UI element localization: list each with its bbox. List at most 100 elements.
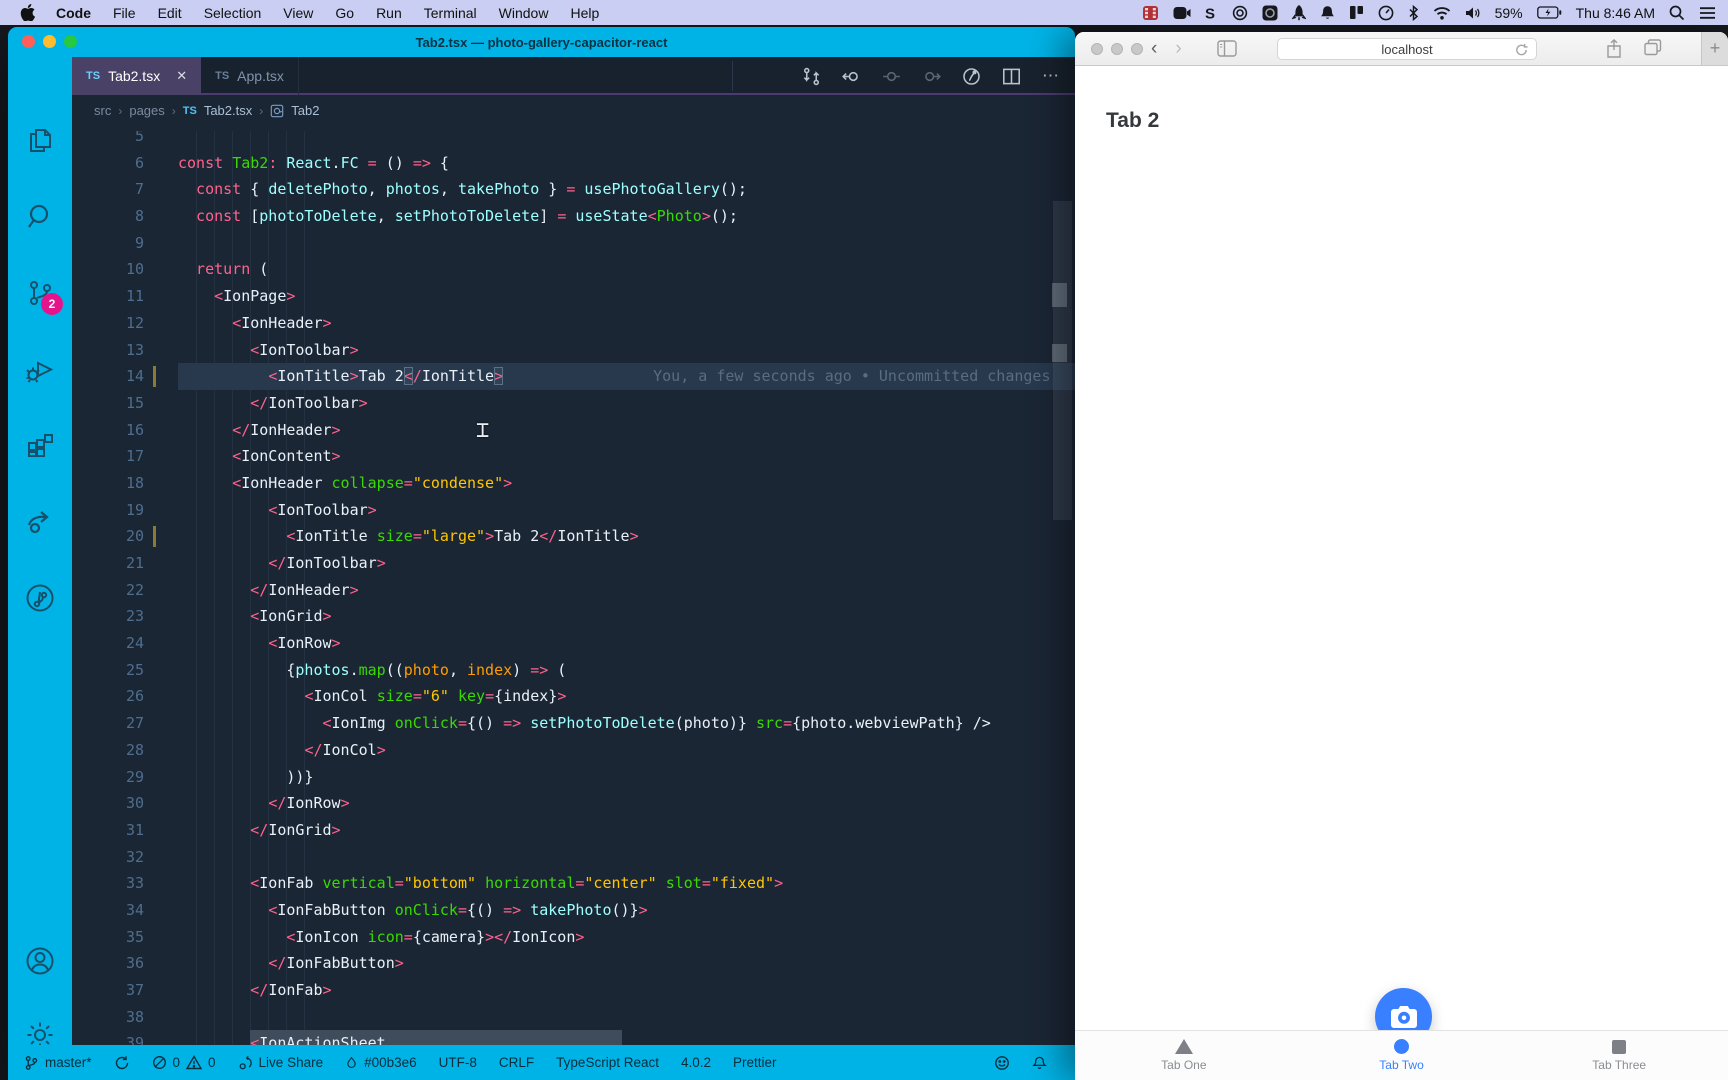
close-window-button[interactable] — [1091, 43, 1103, 55]
code-line-23[interactable]: 23 <IonGrid> — [72, 603, 1075, 630]
address-bar[interactable]: localhost — [1277, 38, 1537, 60]
code-line-19[interactable]: 19 <IonToolbar> — [72, 497, 1075, 524]
code-line-16[interactable]: 16 </IonHeader> — [72, 417, 1075, 444]
breadcrumb[interactable]: src › pages › TS Tab2.tsx › Tab2 — [72, 97, 1075, 124]
sidebar-toggle-icon[interactable] — [1217, 40, 1237, 57]
code-line-38[interactable]: 38 — [72, 1004, 1075, 1031]
stripe-icon[interactable]: S — [1205, 5, 1218, 21]
language-mode-status[interactable]: TypeScript React — [556, 1055, 659, 1070]
menu-view[interactable]: View — [272, 5, 324, 21]
activity-search-icon[interactable] — [8, 201, 72, 233]
activity-extensions-icon[interactable] — [8, 429, 72, 461]
control-center-icon[interactable] — [1699, 6, 1716, 20]
menu-edit[interactable]: Edit — [147, 5, 193, 21]
code-line-18[interactable]: 18 <IonHeader collapse="condense"> — [72, 470, 1075, 497]
code-line-25[interactable]: 25 {photos.map((photo, index) => ( — [72, 657, 1075, 684]
code-line-12[interactable]: 12 <IonHeader> — [72, 310, 1075, 337]
rocket-icon[interactable] — [1291, 4, 1306, 21]
share-icon[interactable] — [1606, 39, 1622, 58]
reload-icon[interactable] — [1514, 42, 1529, 58]
code-line-10[interactable]: 10 return ( — [72, 256, 1075, 283]
activity-live-share-icon[interactable] — [8, 505, 72, 537]
code-line-32[interactable]: 32 — [72, 844, 1075, 871]
apple-menu-icon[interactable] — [20, 4, 35, 21]
menu-go[interactable]: Go — [324, 5, 365, 21]
git-branch-status[interactable]: master* — [24, 1055, 92, 1071]
menu-help[interactable]: Help — [559, 5, 610, 21]
activity-run-debug-icon[interactable] — [8, 353, 72, 385]
code-line-28[interactable]: 28 </IonCol> — [72, 737, 1075, 764]
tab-tab2-tsx[interactable]: TS Tab2.tsx ✕ — [72, 57, 202, 95]
bluetooth-icon[interactable] — [1408, 4, 1419, 21]
close-window-button[interactable] — [22, 35, 35, 48]
zoom-window-button[interactable] — [1131, 43, 1143, 55]
code-line-15[interactable]: 15 </IonToolbar> — [72, 390, 1075, 417]
breadcrumb-file[interactable]: Tab2.tsx — [204, 103, 252, 118]
sync-button[interactable] — [114, 1055, 130, 1071]
display-icon[interactable] — [1262, 5, 1278, 21]
previous-change-icon[interactable] — [842, 67, 861, 86]
feedback-icon[interactable] — [994, 1055, 1010, 1071]
code-line-24[interactable]: 24 <IonRow> — [72, 630, 1075, 657]
code-line-31[interactable]: 31 </IonGrid> — [72, 817, 1075, 844]
code-line-22[interactable]: 22 </IonHeader> — [72, 577, 1075, 604]
back-button[interactable]: ‹ — [1151, 38, 1157, 60]
minimize-window-button[interactable] — [1111, 43, 1123, 55]
menu-window[interactable]: Window — [488, 5, 560, 21]
split-editor-icon[interactable] — [1002, 67, 1021, 86]
breadcrumb-pages[interactable]: pages — [129, 103, 164, 118]
spotlight-search-icon[interactable] — [1669, 5, 1685, 21]
close-tab-icon[interactable]: ✕ — [176, 68, 187, 84]
problems-status[interactable]: 0 0 — [152, 1055, 216, 1070]
tab-overview-icon[interactable] — [1644, 39, 1662, 58]
code-line-11[interactable]: 11 <IonPage> — [72, 283, 1075, 310]
film-strip-icon[interactable] — [1142, 5, 1159, 21]
menu-terminal[interactable]: Terminal — [413, 5, 488, 21]
menu-bar-clock[interactable]: Thu 8:46 AM — [1576, 5, 1655, 21]
git-compare-icon[interactable] — [802, 67, 821, 86]
target-icon[interactable] — [1232, 5, 1248, 21]
editor-scrollbar[interactable] — [1052, 201, 1072, 520]
code-line-27[interactable]: 27 <IonImg onClick={() => setPhotoToDele… — [72, 710, 1075, 737]
code-line-36[interactable]: 36 </IonFabButton> — [72, 950, 1075, 977]
tab-tab-two[interactable]: Tab Two — [1293, 1031, 1511, 1080]
activity-explorer-icon[interactable] — [8, 125, 72, 157]
code-line-37[interactable]: 37 </IonFab> — [72, 977, 1075, 1004]
tab-tab-one[interactable]: Tab One — [1075, 1031, 1293, 1080]
activity-source-control-icon[interactable]: 2 — [8, 277, 72, 315]
peacock-color-status[interactable]: #00b3e6 — [345, 1055, 417, 1071]
code-line-17[interactable]: 17 <IonContent> — [72, 443, 1075, 470]
zoom-window-button[interactable] — [64, 35, 77, 48]
code-editor[interactable]: 5 6 const Tab2: React.FC = () => {7 const … — [72, 131, 1075, 1045]
code-line-29[interactable]: 29 ))} — [72, 764, 1075, 791]
code-line-14[interactable]: 14 <IonTitle>Tab 2</IonTitle> You, a few … — [72, 363, 1075, 390]
notification-bell-icon[interactable] — [1320, 5, 1335, 21]
code-line-5[interactable]: 5 — [72, 131, 1075, 150]
vscode-title-bar[interactable]: Tab2.tsx — photo-gallery-capacitor-react — [8, 27, 1075, 57]
code-line-8[interactable]: 8 const [photoToDelete, setPhotoToDelete… — [72, 203, 1075, 230]
open-change-icon[interactable] — [882, 67, 901, 86]
code-line-30[interactable]: 30 </IonRow> — [72, 790, 1075, 817]
next-change-icon[interactable] — [922, 67, 941, 86]
code-line-13[interactable]: 13 <IonToolbar> — [72, 337, 1075, 364]
code-line-21[interactable]: 21 </IonToolbar> — [72, 550, 1075, 577]
live-share-button[interactable]: Live Share — [238, 1055, 323, 1071]
menu-file[interactable]: File — [102, 5, 147, 21]
code-line-9[interactable]: 9 — [72, 230, 1075, 257]
minimize-window-button[interactable] — [43, 35, 56, 48]
code-line-34[interactable]: 34 <IonFabButton onClick={() => takePhot… — [72, 897, 1075, 924]
volume-icon[interactable] — [1465, 6, 1481, 20]
menu-code[interactable]: Code — [45, 5, 102, 21]
activity-accounts-icon[interactable] — [8, 945, 72, 977]
activity-gitlens-icon[interactable] — [8, 581, 72, 615]
timeline-icon[interactable] — [962, 67, 981, 86]
code-line-6[interactable]: 6 const Tab2: React.FC = () => { — [72, 150, 1075, 177]
tab-tab-three[interactable]: Tab Three — [1510, 1031, 1728, 1080]
breadcrumb-symbol[interactable]: Tab2 — [291, 103, 319, 118]
code-line-35[interactable]: 35 <IonIcon icon={camera}></IonIcon> — [72, 924, 1075, 951]
eol-status[interactable]: CRLF — [499, 1055, 534, 1070]
code-line-7[interactable]: 7 const { deletePhoto, photos, takePhoto… — [72, 176, 1075, 203]
wifi-icon[interactable] — [1433, 6, 1451, 20]
menu-run[interactable]: Run — [365, 5, 413, 21]
code-line-39[interactable]: 39 <IonActionSheet — [72, 1030, 1075, 1045]
